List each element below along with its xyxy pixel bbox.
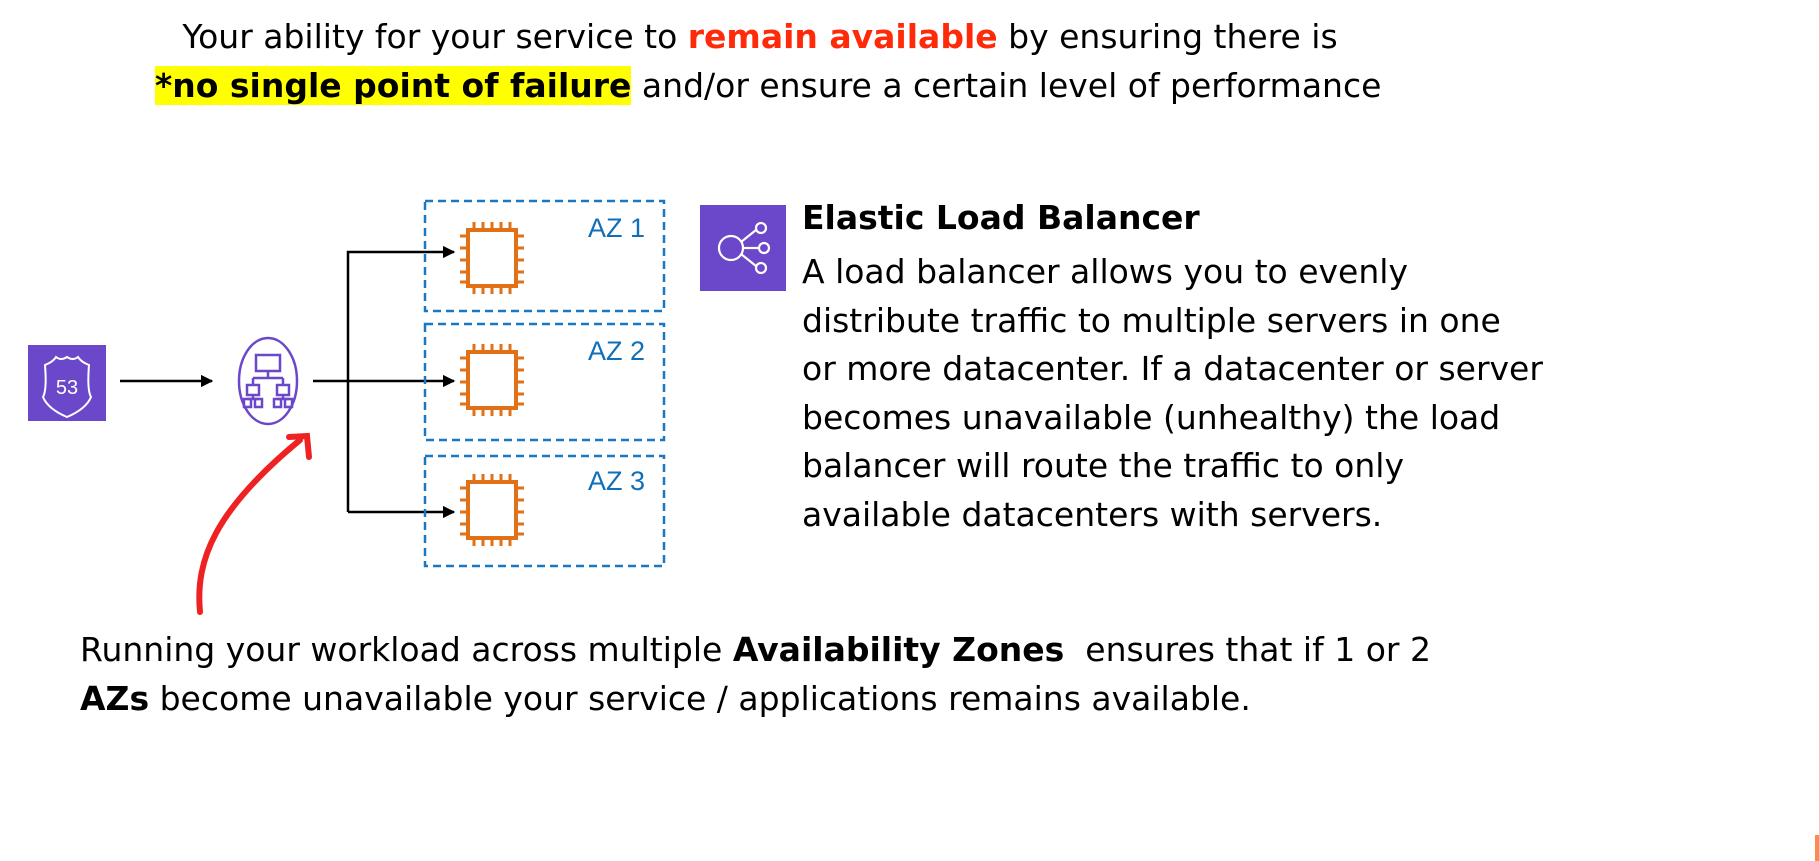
ec2-instance-icon <box>458 472 526 548</box>
footer-line2-suffix: become unavailable your service / applic… <box>149 679 1251 718</box>
annotation-arrow <box>196 432 312 615</box>
connector-arrows <box>120 245 456 519</box>
az-label-2: AZ 2 <box>588 336 645 366</box>
elb-title: Elastic Load Balancer <box>802 198 1200 237</box>
route53-icon: 53 <box>28 345 106 421</box>
footer-prefix: Running your workload across multiple <box>80 630 733 669</box>
footer-bold-az: Availability Zones <box>732 630 1065 669</box>
ec2-instance-icon <box>458 342 526 418</box>
footer-suffix: ensures that if 1 or 2 <box>1064 630 1431 669</box>
load-balancer-icon <box>237 336 299 426</box>
az-label-3: AZ 3 <box>588 466 645 496</box>
elb-line: balancer will route the traffic to only <box>802 446 1404 485</box>
footer-line-1: Running your workload across multiple Av… <box>80 630 1431 669</box>
elb-line: available datacenters with servers. <box>802 494 1383 534</box>
elb-line: distribute traffic to multiple servers i… <box>802 300 1501 340</box>
az-box-1: AZ 1 <box>423 199 666 313</box>
elb-line: becomes unavailable (unhealthy) the load <box>802 397 1501 437</box>
corner-marker <box>1815 835 1819 861</box>
az-label-1: AZ 1 <box>588 213 645 243</box>
elb-line: or more datacenter. If a datacenter or s… <box>802 349 1543 388</box>
elastic-load-balancer-icon <box>700 205 786 291</box>
route53-label: 53 <box>56 377 78 399</box>
footer-bold-azs: AZs <box>80 679 150 718</box>
ec2-instance-icon <box>458 220 526 296</box>
elb-description: A load balancer allows you to evenly dis… <box>802 248 1562 539</box>
elb-line: A load balancer allows you to evenly <box>802 252 1408 291</box>
az-box-3: AZ 3 <box>423 454 666 568</box>
footer-line-2: AZs become unavailable your service / ap… <box>80 679 1251 718</box>
az-box-2: AZ 2 <box>423 322 666 442</box>
